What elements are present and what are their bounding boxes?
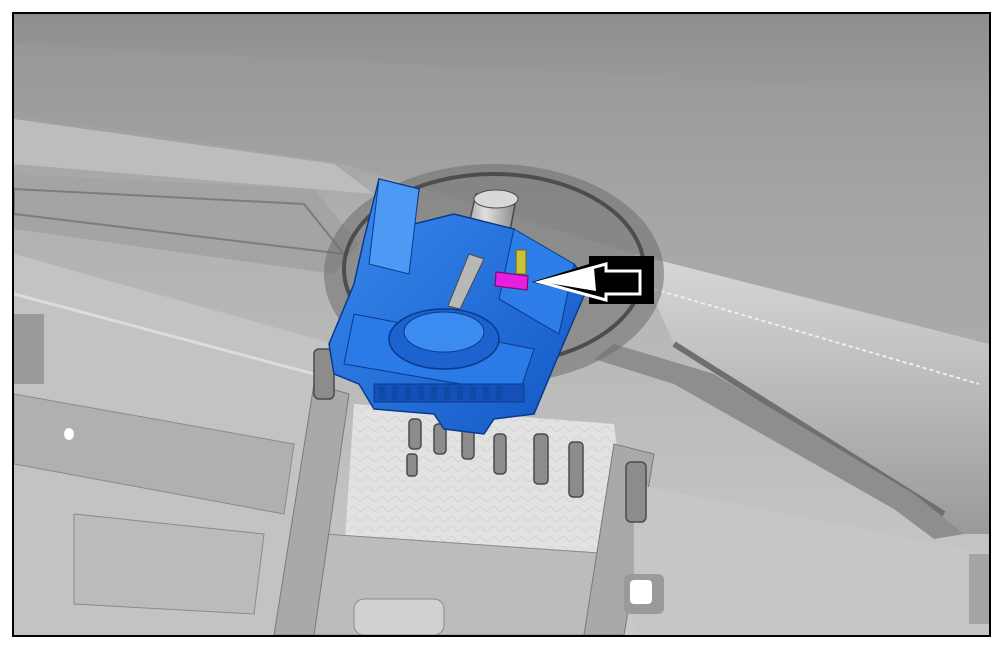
indicator-dot — [64, 428, 74, 440]
vent-opening — [630, 580, 652, 604]
figure-frame — [0, 0, 1005, 650]
yellow-pin — [515, 249, 527, 275]
technical-illustration — [12, 12, 991, 637]
